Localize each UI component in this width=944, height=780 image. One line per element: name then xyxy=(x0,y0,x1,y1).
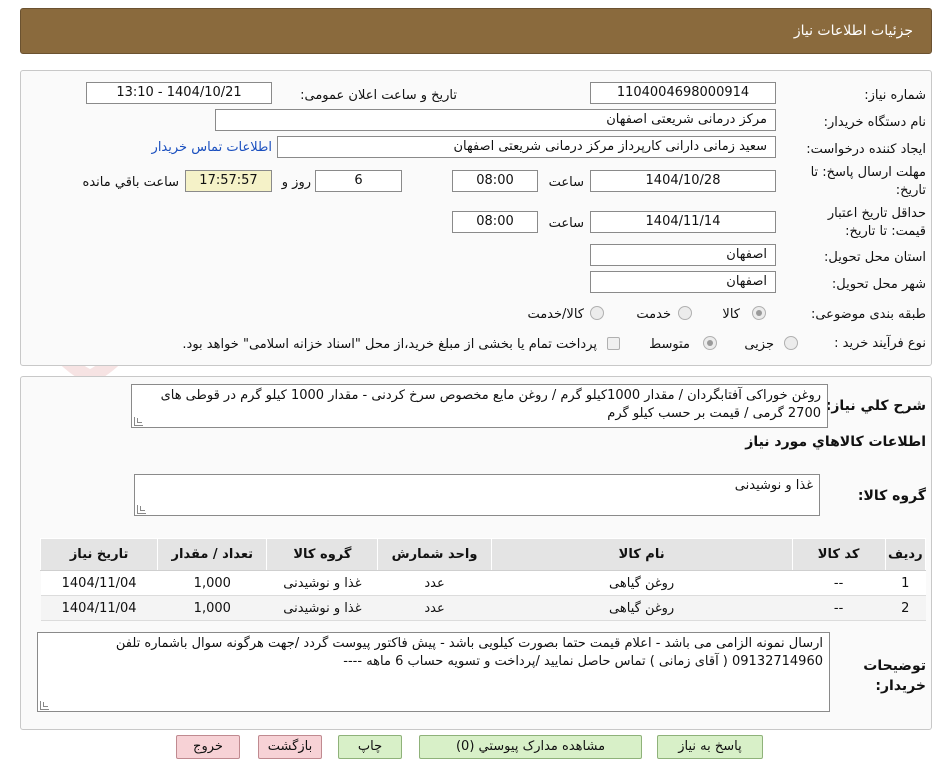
cell-row-number: 2 xyxy=(885,595,926,621)
buyer-contact-link[interactable]: اطلاعات تماس خریدار xyxy=(152,140,272,155)
remaining-word: ساعت باقي مانده xyxy=(82,175,179,190)
cell-unit: عدد xyxy=(377,595,492,621)
purchase-type-label: نوع فرآیند خرید : xyxy=(834,336,926,351)
buyer-notes-label: توضیحات خریدار: xyxy=(863,656,926,696)
purchase-medium-label: متوسط xyxy=(649,337,690,352)
days-word: روز و xyxy=(281,175,311,190)
view-attachments-button[interactable]: مشاهده مدارک پیوستي (0) xyxy=(419,735,642,759)
cell-name: روغن گیاهی xyxy=(491,595,793,621)
deadline-label-line1: مهلت ارسال پاسخ: تا xyxy=(810,165,926,180)
announce-label: تاریخ و ساعت اعلان عمومی: xyxy=(300,88,457,103)
treasury-note: پرداخت تمام یا بخشی از مبلغ خرید،از محل … xyxy=(182,337,597,352)
cell-quantity: 1,000 xyxy=(157,570,267,596)
purchase-minor-label: جزیی xyxy=(744,337,774,352)
col-name: نام کالا xyxy=(490,538,793,571)
category-label: طبقه بندی موضوعی: xyxy=(810,307,926,322)
goods-group-textarea: غذا و نوشیدنی xyxy=(134,474,820,516)
buyer-notes-textarea: ارسال نمونه الزامی می باشد - اعلام قیمت … xyxy=(37,632,830,712)
category-goods-service-label: کالا/خدمت xyxy=(527,307,584,322)
remaining-time-field: 17:57:57 xyxy=(185,170,272,192)
validity-label-line2: قیمت: تا تاریخ: xyxy=(845,224,926,239)
buyer-notes-label-line2: خریدار: xyxy=(875,678,926,694)
requester-field: سعید زمانی دارانی کارپرداز مرکز درمانی ش… xyxy=(277,136,776,158)
deadline-time-field: 08:00 xyxy=(452,170,538,192)
city-label: شهر محل تحویل: xyxy=(831,277,926,292)
deadline-time-word: ساعت xyxy=(548,175,584,190)
col-group: گروه کالا xyxy=(266,538,379,571)
cell-quantity: 1,000 xyxy=(157,595,267,621)
resize-grip-icon[interactable] xyxy=(137,505,146,514)
goods-group-value: غذا و نوشیدنی xyxy=(734,478,813,493)
col-row-number: رديف xyxy=(884,538,927,571)
table-row: 1 -- روغن گیاهی عدد غذا و نوشیدنی 1,000 … xyxy=(40,570,926,596)
exit-button[interactable]: خروج xyxy=(176,735,240,759)
goods-table: رديف کد کالا نام کالا واحد شمارش گروه کا… xyxy=(39,538,927,621)
page-title: جزئیات اطلاعات نیاز xyxy=(793,23,913,39)
resize-grip-icon[interactable] xyxy=(134,417,143,426)
category-radio-service[interactable] xyxy=(678,306,692,320)
category-radio-goods-service[interactable] xyxy=(590,306,604,320)
table-row: 2 -- روغن گیاهی عدد غذا و نوشیدنی 1,000 … xyxy=(40,595,926,621)
city-field: اصفهان xyxy=(590,271,776,293)
summary-textarea: روغن خوراکی آفتابگردان / مقدار 1000کیلو … xyxy=(131,384,828,428)
province-field: اصفهان xyxy=(590,244,776,266)
cell-need-date: 1404/11/04 xyxy=(40,595,158,621)
validity-label: حداقل تاریخ اعتبار قیمت: تا تاریخ: xyxy=(828,205,926,241)
goods-section-title: اطلاعات کالاهاي مورد نياز xyxy=(745,434,926,450)
province-label: استان محل تحویل: xyxy=(824,250,926,265)
deadline-date-field: 1404/10/28 xyxy=(590,170,776,192)
cell-group: غذا و نوشیدنی xyxy=(266,595,378,621)
cell-group: غذا و نوشیدنی xyxy=(266,570,378,596)
buyer-notes-label-line1: توضیحات xyxy=(863,658,926,674)
need-number-label: شماره نیاز: xyxy=(864,88,926,103)
buyer-org-field: مرکز درمانی شریعتی اصفهان xyxy=(215,109,776,131)
deadline-label-line2: تاریخ: xyxy=(895,183,926,198)
purchase-radio-minor[interactable] xyxy=(784,336,798,350)
category-goods-label: کالا xyxy=(722,307,740,322)
cell-code: -- xyxy=(792,570,886,596)
validity-label-line1: حداقل تاریخ اعتبار xyxy=(827,206,926,221)
need-number-field: 1104004698000914 xyxy=(590,82,776,104)
resize-grip-icon[interactable] xyxy=(40,701,49,710)
validity-time-field: 08:00 xyxy=(452,211,538,233)
treasury-checkbox[interactable] xyxy=(607,337,620,350)
goods-table-header: رديف کد کالا نام کالا واحد شمارش گروه کا… xyxy=(39,538,927,571)
summary-text: روغن خوراکی آفتابگردان / مقدار 1000کیلو … xyxy=(160,388,821,421)
announce-field: 1404/10/21 - 13:10 xyxy=(86,82,272,104)
cell-name: روغن گیاهی xyxy=(491,570,793,596)
page-header: جزئیات اطلاعات نیاز xyxy=(20,8,932,54)
col-code: کد کالا xyxy=(791,538,886,571)
col-unit: واحد شمارش xyxy=(377,538,492,571)
days-remaining-field: 6 xyxy=(315,170,402,192)
category-radio-goods[interactable] xyxy=(752,306,766,320)
cell-code: -- xyxy=(792,595,886,621)
category-service-label: خدمت xyxy=(636,307,671,322)
summary-label: شرح کلي نياز: xyxy=(825,398,926,414)
print-button[interactable]: چاپ xyxy=(338,735,402,759)
validity-date-field: 1404/11/14 xyxy=(590,211,776,233)
deadline-label: مهلت ارسال پاسخ: تا تاریخ: xyxy=(811,164,926,200)
validity-time-word: ساعت xyxy=(548,216,584,231)
col-need-date: تاريخ نياز xyxy=(39,538,159,571)
buyer-notes-text: ارسال نمونه الزامی می باشد - اعلام قیمت … xyxy=(115,636,823,669)
cell-row-number: 1 xyxy=(885,570,926,596)
buyer-org-label: نام دستگاه خریدار: xyxy=(823,115,926,130)
cell-unit: عدد xyxy=(377,570,492,596)
col-quantity: تعداد / مقدار xyxy=(157,538,268,571)
purchase-radio-medium[interactable] xyxy=(703,336,717,350)
reply-button[interactable]: پاسخ به نیاز xyxy=(657,735,763,759)
back-button[interactable]: بازگشت xyxy=(258,735,322,759)
requester-label: ایجاد کننده درخواست: xyxy=(806,142,926,157)
cell-need-date: 1404/11/04 xyxy=(40,570,158,596)
goods-group-label: گروه کالا: xyxy=(857,488,926,504)
